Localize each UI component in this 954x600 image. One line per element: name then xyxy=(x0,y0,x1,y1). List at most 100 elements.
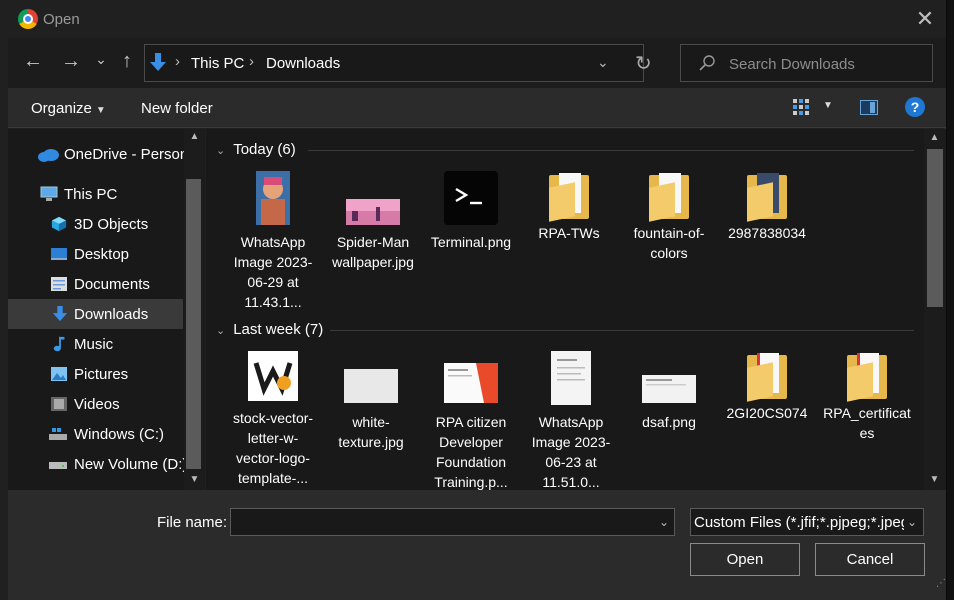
sidebar-scrollbar[interactable]: ▲ ▼ xyxy=(184,129,205,490)
organize-label: Organize xyxy=(31,100,92,117)
address-bar[interactable]: › This PC › Downloads ⌄ ↻ xyxy=(144,44,652,82)
preview-pane-icon[interactable] xyxy=(860,100,878,115)
address-dropdown-chevron-icon[interactable]: ⌄ xyxy=(597,54,609,71)
folder-front xyxy=(847,362,873,402)
sidebar-item-label: New Volume (D:) xyxy=(74,456,188,473)
file-tile[interactable]: white-texture.jpg xyxy=(326,351,416,452)
file-tile[interactable]: 2GI20CS074 xyxy=(722,351,812,423)
sidebar-item-downloads[interactable]: Downloads xyxy=(8,299,183,329)
drive-icon xyxy=(49,462,67,469)
resize-grip-icon[interactable]: ⋰ xyxy=(936,578,946,589)
sidebar-item-documents[interactable]: Documents xyxy=(8,269,183,299)
sidebar-item-videos[interactable]: Videos xyxy=(8,389,183,419)
sidebar-item-music[interactable]: Music xyxy=(8,329,183,359)
view-options-caret-icon[interactable]: ▼ xyxy=(823,100,833,111)
pictures-icon xyxy=(51,367,67,381)
group-label: Today (6) xyxy=(233,141,296,158)
file-name-input[interactable] xyxy=(235,513,645,531)
scroll-down-arrow-icon[interactable]: ▼ xyxy=(926,474,943,485)
sidebar-item-label: This PC xyxy=(64,186,118,203)
file-tile[interactable]: 2987838034 xyxy=(722,171,812,243)
change-view-icon[interactable] xyxy=(792,98,810,116)
folder-photo-icon xyxy=(747,171,787,222)
refresh-icon[interactable]: ↻ xyxy=(635,51,652,76)
folder-pdf-icon xyxy=(847,351,887,402)
sidebar-item-label: Pictures xyxy=(74,366,129,383)
sidebar-item-new-volume-d[interactable]: New Volume (D:) xyxy=(8,449,187,479)
open-button[interactable]: Open xyxy=(690,543,800,576)
file-tile[interactable]: RPA-TWs xyxy=(524,171,614,243)
scroll-up-arrow-icon[interactable]: ▲ xyxy=(186,131,203,142)
chevron-down-icon[interactable]: ⌄ xyxy=(659,515,669,529)
file-name: RPA_certificates xyxy=(823,405,911,441)
sidebar-item-3d-objects[interactable]: 3D Objects xyxy=(8,209,183,239)
scroll-up-arrow-icon[interactable]: ▲ xyxy=(926,132,943,143)
help-icon[interactable]: ? xyxy=(905,97,925,117)
file-tile[interactable]: stock-vector-letter-w-vector-logo-templa… xyxy=(228,351,318,488)
file-name: WhatsApp Image 2023-06-23 at 11.51.0... xyxy=(531,414,611,490)
music-note-icon xyxy=(53,336,65,352)
organize-menu[interactable]: Organize ▼ xyxy=(31,100,106,117)
file-name-combobox[interactable]: ⌄ xyxy=(230,508,675,536)
documents-icon xyxy=(51,277,67,291)
cube-icon xyxy=(51,216,67,232)
dialog-footer: File name: ⌄ Custom Files (*.jfif;*.pjpe… xyxy=(8,490,946,600)
file-tile[interactable]: fountain-of-colors xyxy=(624,171,714,263)
file-list: ⌄ Today (6) WhatsApp Image 2023-06-29 at … xyxy=(206,129,946,490)
search-box[interactable] xyxy=(680,44,933,82)
film-icon xyxy=(51,397,67,411)
cancel-button[interactable]: Cancel xyxy=(815,543,925,576)
sidebar-item-pictures[interactable]: Pictures xyxy=(8,359,183,389)
file-name: WhatsApp Image 2023-06-29 at 11.43.1... xyxy=(233,234,313,310)
group-label: Last week (7) xyxy=(233,321,324,338)
file-tile[interactable]: WhatsApp Image 2023-06-23 at 11.51.0... xyxy=(526,351,616,490)
folder-front xyxy=(747,182,773,222)
group-header-today[interactable]: ⌄ Today (6) xyxy=(216,141,296,158)
file-tile[interactable]: Spider-Man wallpaper.jpg xyxy=(328,171,418,272)
sidebar-item-desktop[interactable]: Desktop xyxy=(8,239,183,269)
group-divider xyxy=(330,330,914,331)
sidebar-item-label: Windows (C:) xyxy=(74,426,165,443)
file-list-scrollbar[interactable]: ▲ ▼ xyxy=(924,129,946,490)
file-list-scroll-thumb[interactable] xyxy=(927,149,943,307)
collapse-chevron-icon[interactable]: ⌄ xyxy=(216,145,225,157)
sidebar-scroll-thumb[interactable] xyxy=(186,179,201,469)
back-arrow-icon[interactable]: ← xyxy=(20,50,46,73)
image-thumbnail-icon xyxy=(344,369,398,403)
chrome-logo-icon xyxy=(18,9,38,29)
collapse-chevron-icon[interactable]: ⌄ xyxy=(216,325,225,337)
navigation-pane: OneDrive - Person This PC 3D Objects Des… xyxy=(8,129,205,490)
sidebar-item-label: Music xyxy=(74,336,114,353)
certificate-thumbnail-icon xyxy=(444,363,498,403)
search-icon xyxy=(699,55,715,71)
sidebar-item-label: 3D Objects xyxy=(74,216,149,233)
scroll-down-arrow-icon[interactable]: ▼ xyxy=(186,474,203,485)
group-header-last-week[interactable]: ⌄ Last week (7) xyxy=(216,321,323,338)
file-tile[interactable]: RPA_certificates xyxy=(822,351,912,443)
file-tile[interactable]: WhatsApp Image 2023-06-29 at 11.43.1... xyxy=(228,171,318,312)
file-tile[interactable]: dsaf.png xyxy=(624,351,714,432)
breadcrumb-this-pc[interactable]: This PC xyxy=(191,55,244,72)
sidebar-item-onedrive[interactable]: OneDrive - Person xyxy=(8,139,188,169)
file-name: RPA citizen Developer Foundation Trainin… xyxy=(434,414,508,490)
sidebar-item-windows-c[interactable]: Windows (C:) xyxy=(8,419,183,449)
computer-icon xyxy=(40,186,58,201)
up-arrow-icon[interactable]: ↑ xyxy=(114,50,140,73)
navigation-bar: ← → ⌄ ↑ › This PC › Downloads ⌄ ↻ xyxy=(8,38,946,88)
file-tile[interactable]: Terminal.png xyxy=(426,171,516,252)
command-bar: Organize ▼ New folder ▼ ? xyxy=(8,88,946,128)
title-bar: Open ✕ xyxy=(0,0,946,38)
new-folder-button[interactable]: New folder xyxy=(141,100,213,117)
chevron-down-icon[interactable]: ⌄ xyxy=(907,515,917,529)
open-file-dialog: Open ✕ ← → ⌄ ↑ › This PC › Downloads ⌄ ↻ xyxy=(0,0,946,600)
recent-locations-chevron-icon[interactable]: ⌄ xyxy=(88,51,114,68)
close-icon[interactable]: ✕ xyxy=(912,6,938,32)
sidebar-item-label: Videos xyxy=(74,396,120,413)
breadcrumb-downloads[interactable]: Downloads xyxy=(266,55,340,72)
file-type-select[interactable]: Custom Files (*.jfif;*.pjpeg;*.jpeg;*.pj… xyxy=(690,508,924,536)
forward-arrow-icon[interactable]: → xyxy=(58,50,84,73)
sidebar-item-this-pc[interactable]: This PC xyxy=(8,179,183,209)
folder-front xyxy=(549,182,575,222)
file-tile[interactable]: RPA citizen Developer Foundation Trainin… xyxy=(426,351,516,490)
search-input[interactable] xyxy=(729,54,919,74)
